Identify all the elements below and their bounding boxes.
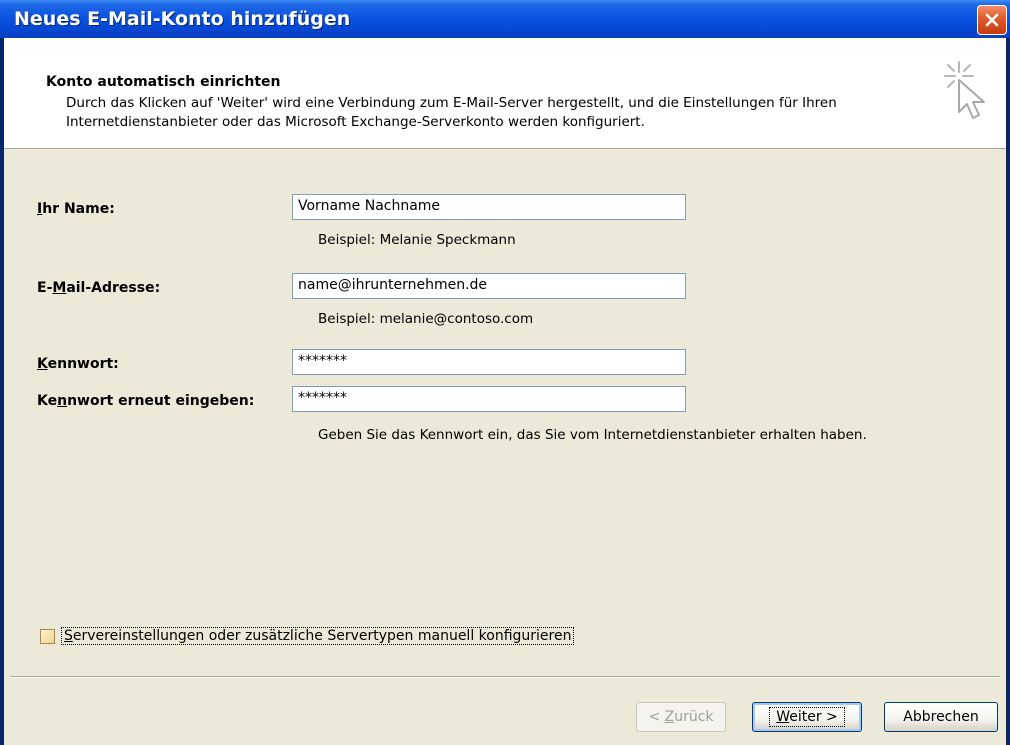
title-bar[interactable]: Neues E-Mail-Konto hinzufügen bbox=[0, 0, 1010, 38]
password-label: Kennwort: bbox=[37, 356, 119, 372]
password-confirm-input[interactable]: ******* bbox=[292, 386, 686, 412]
password-confirm-label: Kennwort erneut eingeben: bbox=[37, 393, 255, 409]
footer-separator bbox=[10, 676, 1000, 678]
email-label: E-Mail-Adresse: bbox=[37, 280, 161, 296]
close-button[interactable] bbox=[977, 5, 1007, 35]
manual-config-label[interactable]: Servereinstellungen oder zusätzliche Ser… bbox=[61, 627, 575, 645]
cursor-sparkle-icon bbox=[944, 61, 985, 119]
manual-config-checkbox[interactable] bbox=[40, 628, 55, 644]
name-input[interactable]: Vorname Nachname bbox=[292, 194, 686, 220]
wizard-header: Konto automatisch einrichten Durch das K… bbox=[4, 38, 1006, 149]
email-hint: Beispiel: melanie@contoso.com bbox=[318, 311, 534, 327]
dialog-window: Neues E-Mail-Konto hinzufügen Konto auto… bbox=[0, 0, 1010, 745]
window-title: Neues E-Mail-Konto hinzufügen bbox=[14, 8, 351, 30]
next-button[interactable]: Weiter > bbox=[752, 702, 862, 732]
name-label: Ihr Name: bbox=[37, 201, 115, 217]
name-hint: Beispiel: Melanie Speckmann bbox=[318, 232, 516, 248]
password-input[interactable]: ******* bbox=[292, 349, 686, 375]
back-button[interactable]: < Zurück bbox=[636, 702, 726, 732]
dialog-body: Konto automatisch einrichten Durch das K… bbox=[4, 38, 1006, 745]
cancel-button[interactable]: Abbrechen bbox=[884, 702, 998, 732]
manual-config-row[interactable]: Servereinstellungen oder zusätzliche Ser… bbox=[40, 625, 575, 647]
header-title: Konto automatisch einrichten bbox=[46, 74, 281, 90]
header-description: Durch das Klicken auf 'Weiter' wird eine… bbox=[66, 95, 837, 130]
close-icon bbox=[985, 13, 999, 27]
password-hint: Geben Sie das Kennwort ein, das Sie vom … bbox=[318, 427, 867, 443]
email-input[interactable]: name@ihrunternehmen.de bbox=[292, 273, 686, 299]
